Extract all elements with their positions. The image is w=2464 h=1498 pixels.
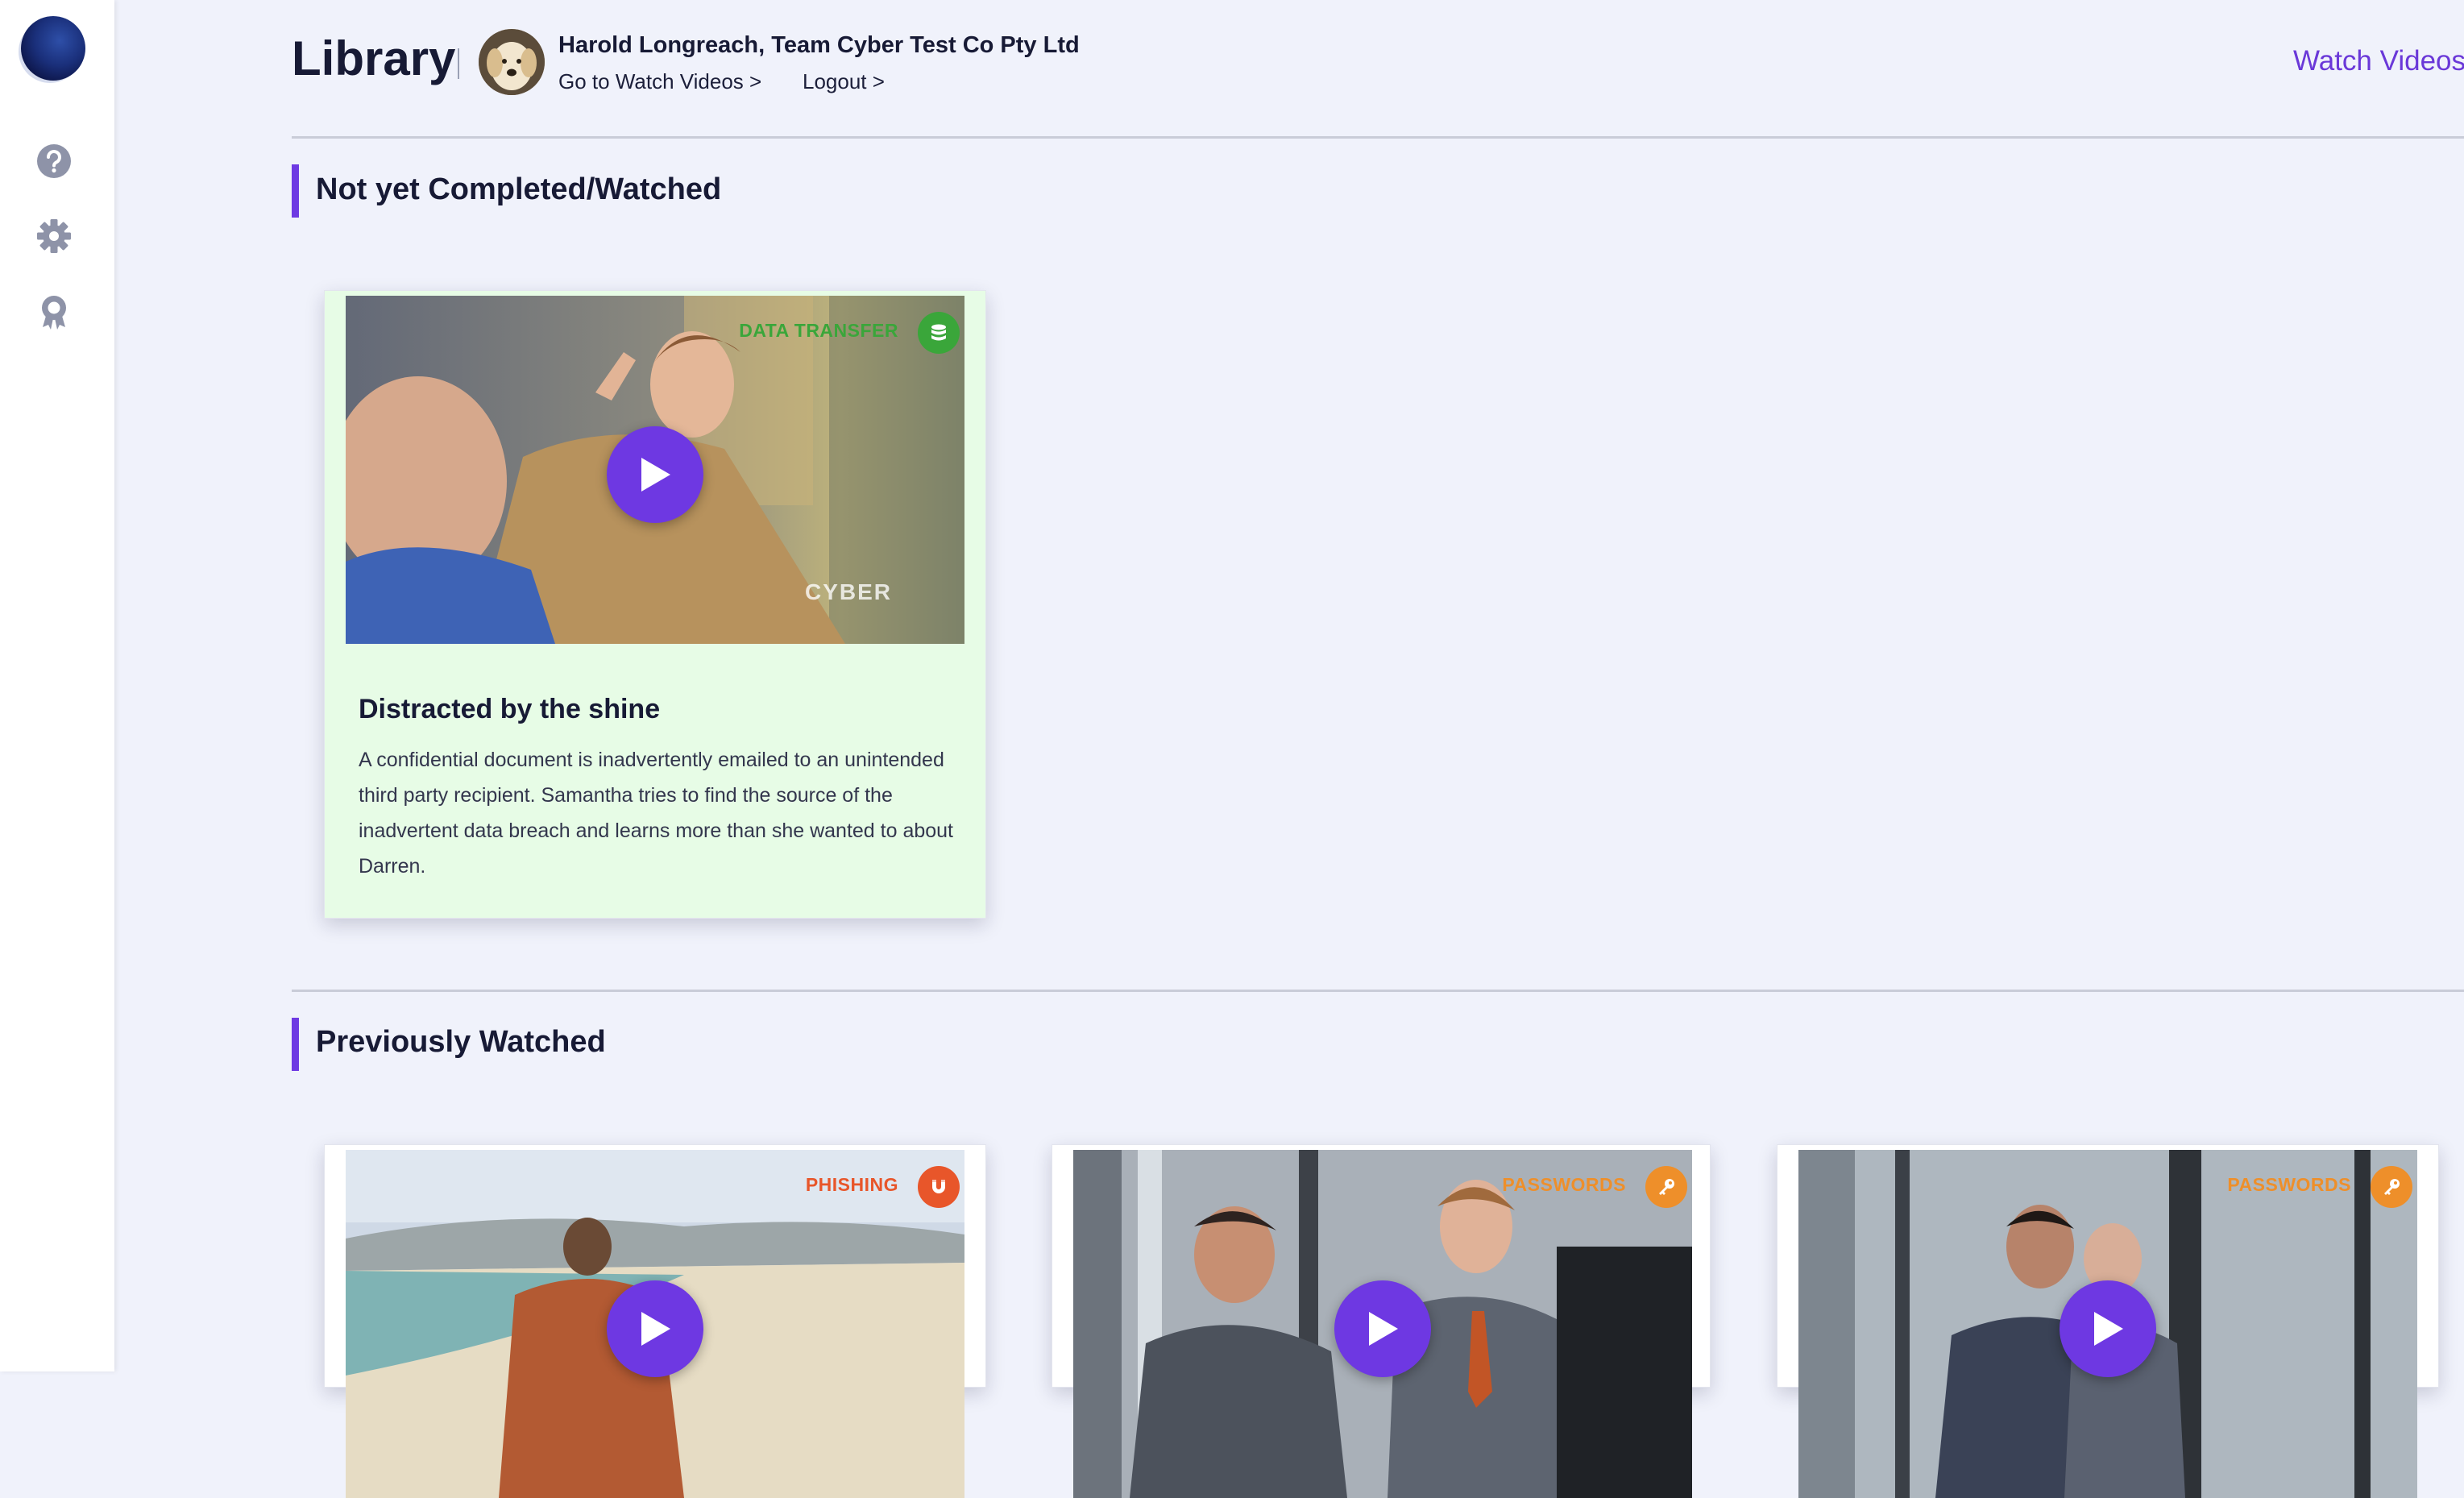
video-card[interactable]: PASSWORDS xyxy=(1777,1144,2439,1498)
database-icon xyxy=(918,312,960,354)
video-card[interactable]: DATA TRANSFER CYBER Distracted by the sh… xyxy=(324,290,986,919)
video-thumbnail[interactable]: PASSWORDS xyxy=(1073,1150,1692,1498)
logo-icon[interactable] xyxy=(21,16,85,81)
category-label: PASSWORDS xyxy=(2227,1174,2351,1195)
category-label: PASSWORDS xyxy=(1502,1174,1626,1195)
main-content: Library Harold Longreach, Team Cyber Tes… xyxy=(114,0,2464,1498)
section-title-not-completed: Not yet Completed/Watched xyxy=(316,172,722,206)
gear-icon[interactable] xyxy=(35,218,73,255)
sidebar xyxy=(0,0,114,1371)
video-thumbnail[interactable]: PHISHING xyxy=(346,1150,964,1498)
magnet-icon xyxy=(918,1166,960,1208)
category-label: PHISHING xyxy=(805,1174,898,1195)
key-icon xyxy=(1645,1166,1687,1208)
key-icon xyxy=(2371,1166,2412,1208)
play-button[interactable] xyxy=(607,426,703,523)
play-button[interactable] xyxy=(2060,1280,2156,1377)
watch-videos-link[interactable]: Watch Videos xyxy=(2293,45,2464,77)
section-title-previously-watched: Previously Watched xyxy=(316,1025,606,1059)
play-button[interactable] xyxy=(1334,1280,1431,1377)
play-button[interactable] xyxy=(607,1280,703,1377)
section-accent-bar xyxy=(292,164,299,218)
go-to-watch-videos-link[interactable]: Go to Watch Videos > xyxy=(558,69,761,94)
card-description: A confidential document is inadvertently… xyxy=(359,749,954,878)
video-card[interactable]: PHISHING xyxy=(324,1144,986,1498)
header-divider xyxy=(458,48,459,79)
divider xyxy=(292,990,2464,992)
category-label: DATA TRANSFER xyxy=(739,320,898,341)
avatar xyxy=(479,29,545,95)
logout-link[interactable]: Logout > xyxy=(803,69,885,94)
video-thumbnail[interactable]: PASSWORDS xyxy=(1798,1150,2417,1498)
divider xyxy=(292,136,2464,139)
watermark-logo: CYBER xyxy=(805,579,893,604)
video-thumbnail[interactable]: DATA TRANSFER CYBER xyxy=(346,296,964,644)
page-title: Library xyxy=(292,31,456,85)
card-title: Distracted by the shine xyxy=(359,694,661,724)
user-name: Harold Longreach, Team Cyber Test Co Pty… xyxy=(558,32,1080,58)
help-icon[interactable] xyxy=(35,143,73,180)
award-icon[interactable] xyxy=(35,293,73,330)
section-accent-bar xyxy=(292,1018,299,1071)
video-card[interactable]: PASSWORDS xyxy=(1052,1144,1711,1498)
